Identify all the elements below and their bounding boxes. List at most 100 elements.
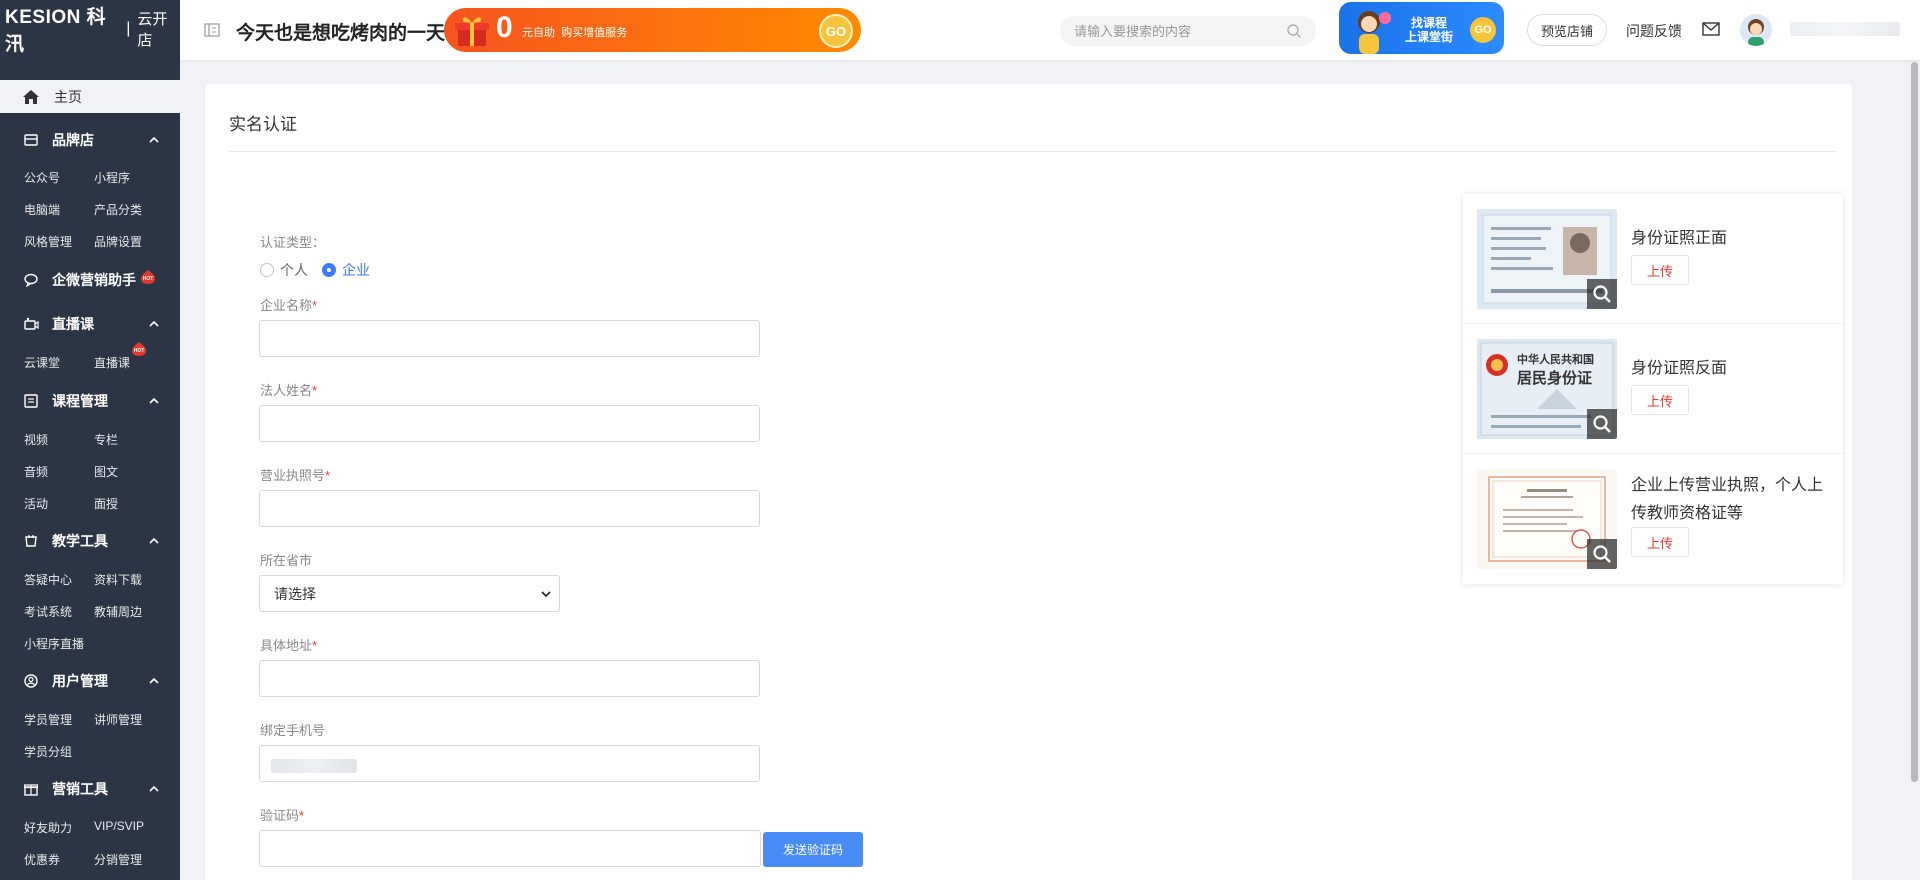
- radio-enterprise-label[interactable]: 企业: [342, 260, 370, 280]
- auth-type-label: 认证类型：: [260, 235, 326, 250]
- page-title: 实名认证: [229, 115, 297, 134]
- course-banner-text: 找课程 上课堂街: [1405, 16, 1454, 44]
- preview-store-button[interactable]: 预览店铺: [1527, 14, 1607, 46]
- sidebar-item-mini-program[interactable]: 小程序: [94, 169, 130, 186]
- sidebar-item-distribution[interactable]: 分销管理: [94, 851, 142, 868]
- sidebar-item-brand-settings[interactable]: 品牌设置: [94, 233, 142, 250]
- sidebar-section-teaching-tools[interactable]: 教学工具: [0, 526, 180, 556]
- course-go-button[interactable]: GO: [1470, 17, 1496, 43]
- sidebar-item-column[interactable]: 专栏: [94, 431, 118, 448]
- sidebar-item-exam-system[interactable]: 考试系统: [24, 603, 72, 620]
- chevron-up-icon[interactable]: [148, 675, 160, 687]
- upload-row-id-front: 身份证照正面 上传: [1463, 194, 1843, 324]
- promo-banner[interactable]: 0 元自助 购买增值服务 GO: [444, 8, 861, 52]
- sidebar-item-vip[interactable]: VIP/SVIP: [94, 819, 144, 833]
- girl-illustration-icon: [1358, 11, 1391, 54]
- top-bar: 今天也是想吃烤肉的一天 0 元自助 购买增值服务 GO 找课程 上课堂街 GO …: [180, 0, 1920, 60]
- sidebar-item-home[interactable]: 主页: [0, 80, 180, 113]
- course-banner[interactable]: 找课程 上课堂街 GO: [1339, 2, 1504, 54]
- promo-text: 元自助 购买增值服务: [522, 27, 628, 39]
- hot-badge-icon: HOT: [141, 270, 155, 284]
- sidebar-item-mini-live[interactable]: 小程序直播: [24, 635, 84, 652]
- verification-code-input[interactable]: [259, 830, 761, 867]
- upload-title: 身份证照反面: [1631, 360, 1728, 377]
- sidebar-item-friend-help[interactable]: 好友助力: [24, 819, 72, 836]
- sidebar-section-live-course[interactable]: 直播课: [0, 309, 180, 339]
- sidebar-item-offline-class[interactable]: 面授: [94, 495, 118, 512]
- logo-separator: |: [126, 19, 131, 37]
- radio-personal[interactable]: [260, 263, 274, 277]
- sidebar-item-teacher-management[interactable]: 讲师管理: [94, 711, 142, 728]
- promo-go-button[interactable]: GO: [819, 14, 853, 48]
- sidebar-section-label: 品牌店: [52, 132, 94, 148]
- sidebar-item-pc[interactable]: 电脑端: [24, 201, 60, 218]
- feedback-link[interactable]: 问题反馈: [1626, 21, 1682, 41]
- upload-button[interactable]: 上传: [1631, 385, 1689, 415]
- search-input[interactable]: [1060, 16, 1270, 46]
- radio-enterprise[interactable]: [322, 263, 336, 277]
- course-icon: [23, 393, 39, 409]
- zoom-icon[interactable]: [1587, 539, 1617, 569]
- search-icon[interactable]: [1286, 23, 1302, 39]
- chevron-up-icon[interactable]: [148, 395, 160, 407]
- phone-value-blurred: [271, 759, 357, 773]
- company-name-input[interactable]: [259, 320, 760, 357]
- legal-person-label: 法人姓名*: [260, 383, 318, 398]
- id-front-thumbnail[interactable]: [1477, 209, 1617, 309]
- sidebar-section-marketing-tools[interactable]: 营销工具: [0, 774, 180, 804]
- chevron-up-icon[interactable]: [148, 318, 160, 330]
- sidebar-item-style[interactable]: 风格管理: [24, 233, 72, 250]
- store-icon: [23, 132, 39, 148]
- title-divider: [229, 151, 1836, 152]
- upload-button[interactable]: 上传: [1631, 527, 1689, 557]
- username-blurred[interactable]: [1790, 22, 1900, 36]
- sidebar-item-cloud-class[interactable]: 云课堂: [24, 354, 60, 371]
- sidebar-item-article[interactable]: 图文: [94, 463, 118, 480]
- sidebar-section-label: 课程管理: [52, 393, 108, 409]
- phone-label: 绑定手机号: [260, 723, 326, 738]
- avatar[interactable]: [1740, 14, 1772, 46]
- province-select[interactable]: 请选择: [259, 575, 560, 612]
- address-input[interactable]: [259, 660, 760, 697]
- company-name-label: 企业名称*: [260, 298, 318, 313]
- license-thumbnail[interactable]: [1477, 469, 1617, 569]
- upload-button[interactable]: 上传: [1631, 255, 1689, 285]
- sidebar-section-course-management[interactable]: 课程管理: [0, 386, 180, 416]
- zoom-icon[interactable]: [1587, 409, 1617, 439]
- sidebar-item-coupons[interactable]: 优惠券: [24, 851, 60, 868]
- license-number-input[interactable]: [259, 490, 760, 527]
- upload-panel: 身份证照正面 上传 中华人民共和国 居民身份证 身份证照反面 上传 企业上传营业…: [1463, 194, 1843, 584]
- sidebar-item-qa-center[interactable]: 答疑中心: [24, 571, 72, 588]
- sidebar-item-activity[interactable]: 活动: [24, 495, 48, 512]
- sidebar-item-teaching-aids[interactable]: 教辅周边: [94, 603, 142, 620]
- svg-text:HOT: HOT: [143, 276, 154, 282]
- chat-icon: [23, 272, 39, 288]
- chevron-up-icon[interactable]: [148, 783, 160, 795]
- sidebar-item-product-category[interactable]: 产品分类: [94, 201, 142, 218]
- legal-person-input[interactable]: [259, 405, 760, 442]
- logo-sub: 云开店: [137, 10, 168, 49]
- logo[interactable]: KESION 科汛 | 云开店: [0, 0, 180, 57]
- sidebar-section-user-management[interactable]: 用户管理: [0, 666, 180, 696]
- sidebar-item-official-account[interactable]: 公众号: [24, 169, 60, 186]
- sidebar-item-student-management[interactable]: 学员管理: [24, 711, 72, 728]
- send-code-button[interactable]: 发送验证码: [763, 832, 863, 867]
- chevron-up-icon[interactable]: [148, 134, 160, 146]
- sidebar-item-live-class[interactable]: 直播课: [94, 354, 130, 371]
- id-back-title: 居民身份证: [1517, 369, 1593, 387]
- sidebar-section-brand-store[interactable]: 品牌店: [0, 125, 180, 155]
- mail-icon[interactable]: [1702, 21, 1720, 37]
- zoom-icon[interactable]: [1587, 279, 1617, 309]
- collapse-sidebar-icon[interactable]: [204, 22, 220, 38]
- sidebar-item-label: 主页: [54, 88, 82, 105]
- sidebar-item-downloads[interactable]: 资料下载: [94, 571, 142, 588]
- id-back-thumbnail[interactable]: 中华人民共和国 居民身份证: [1477, 339, 1617, 439]
- chevron-up-icon[interactable]: [148, 535, 160, 547]
- sidebar-item-video[interactable]: 视频: [24, 431, 48, 448]
- sidebar-item-audio[interactable]: 音频: [24, 463, 48, 480]
- scrollbar[interactable]: [1911, 62, 1918, 782]
- sidebar-item-student-groups[interactable]: 学员分组: [24, 743, 72, 760]
- auth-type-radio-group: 个人 企业: [260, 260, 384, 280]
- upload-row-license: 企业上传营业执照，个人上传教师资格证等 上传: [1463, 454, 1843, 584]
- radio-personal-label[interactable]: 个人: [280, 260, 308, 280]
